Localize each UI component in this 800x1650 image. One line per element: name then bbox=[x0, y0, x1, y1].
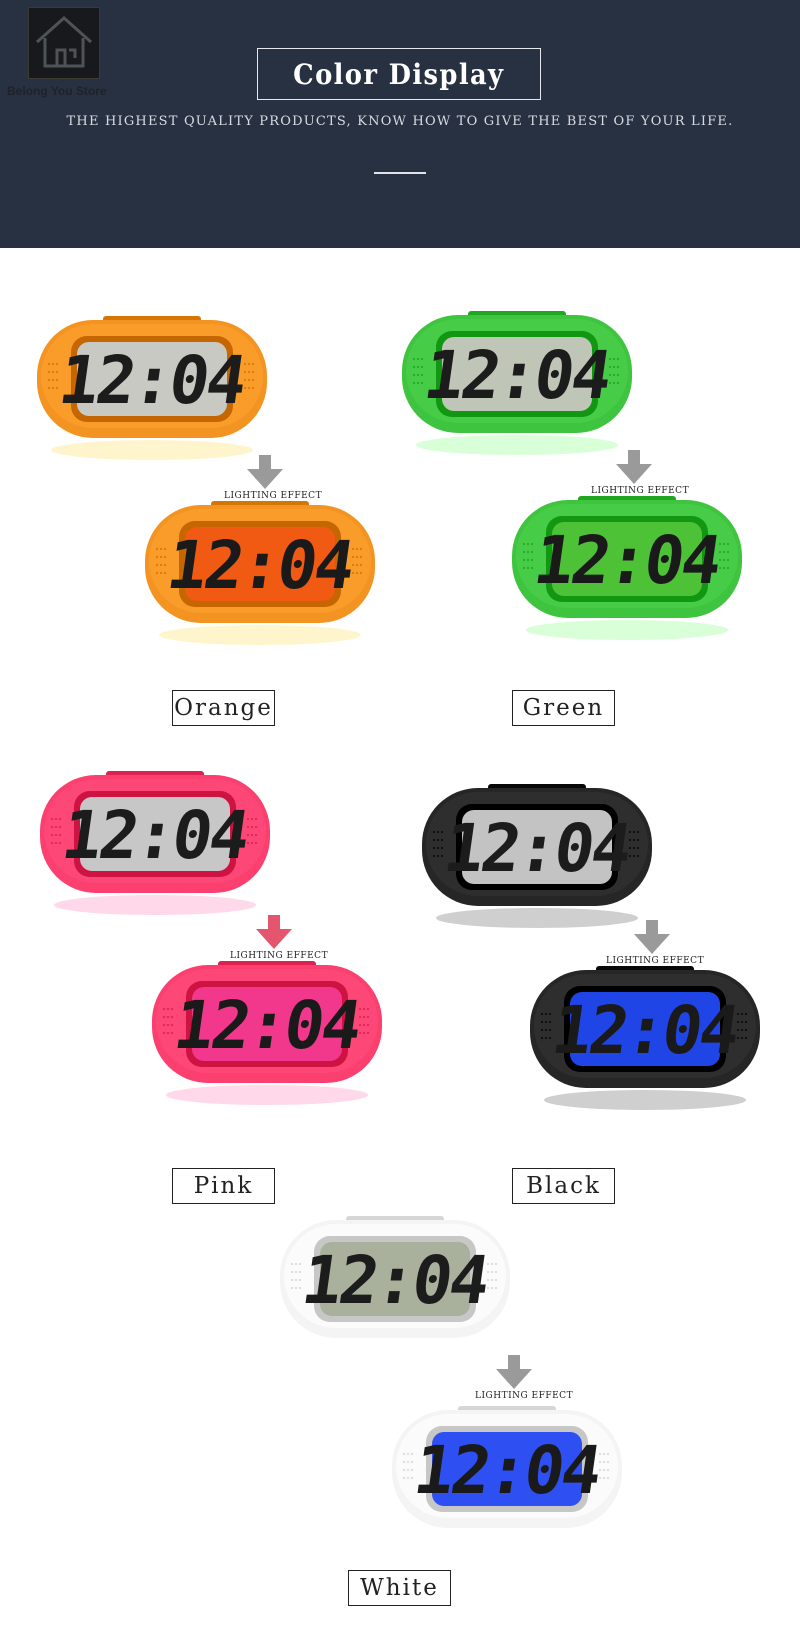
clock-digits: 12:04 bbox=[54, 341, 249, 419]
color-label-green[interactable]: Green bbox=[512, 690, 615, 726]
arrow-down-icon bbox=[632, 920, 672, 956]
title-box: Color Display bbox=[257, 48, 541, 100]
clock-black-lit: 12:04 bbox=[530, 966, 760, 1116]
clock-reflection bbox=[526, 620, 728, 640]
clock-reflection bbox=[54, 895, 256, 915]
clock-black-unlit: 12:04 bbox=[422, 784, 652, 934]
arrow-down-shape bbox=[616, 450, 652, 484]
clock-white-lit: 12:04 bbox=[392, 1406, 622, 1556]
clock-digits: 12:04 bbox=[409, 1431, 604, 1509]
house-icon bbox=[36, 15, 92, 68]
color-label-pink[interactable]: Pink bbox=[172, 1168, 275, 1204]
clock-orange-unlit: 12:04 bbox=[37, 316, 267, 466]
clock-reflection bbox=[544, 1090, 746, 1110]
clock-pink-unlit: 12:04 bbox=[40, 771, 270, 921]
clock-white-unlit: 12:04 bbox=[280, 1216, 510, 1366]
lighting-effect-label: LIGHTING EFFECT bbox=[606, 956, 705, 966]
clock-digits: 12:04 bbox=[439, 809, 634, 887]
arrow-down-icon bbox=[494, 1355, 534, 1391]
clock-reflection bbox=[416, 435, 618, 455]
store-name: Belong You Store bbox=[7, 84, 107, 98]
arrow-down-icon bbox=[614, 450, 654, 486]
arrow-down-icon bbox=[245, 455, 285, 491]
clock-green-lit: 12:04 bbox=[512, 496, 742, 646]
clock-digits: 12:04 bbox=[297, 1241, 492, 1319]
clock-reflection bbox=[51, 440, 253, 460]
clock-green-unlit: 12:04 bbox=[402, 311, 632, 461]
lighting-effect-label: LIGHTING EFFECT bbox=[230, 951, 329, 961]
arrow-down-icon bbox=[254, 915, 294, 951]
header-divider bbox=[374, 172, 426, 174]
arrow-down-shape bbox=[496, 1355, 532, 1389]
clock-digits: 12:04 bbox=[162, 526, 357, 604]
clock-reflection bbox=[166, 1085, 368, 1105]
clock-reflection bbox=[436, 908, 638, 928]
clock-reflection bbox=[294, 1340, 496, 1360]
clock-orange-lit: 12:04 bbox=[145, 501, 375, 651]
header-banner: Belong You Store Color Display THE HIGHE… bbox=[0, 0, 800, 248]
arrow-down-shape bbox=[256, 915, 292, 949]
color-label-black[interactable]: Black bbox=[512, 1168, 615, 1204]
clock-digits: 12:04 bbox=[169, 986, 364, 1064]
clock-digits: 12:04 bbox=[529, 521, 724, 599]
page-title: Color Display bbox=[293, 57, 505, 91]
color-label-white[interactable]: White bbox=[348, 1570, 451, 1606]
clock-reflection bbox=[406, 1530, 608, 1550]
lighting-effect-label: LIGHTING EFFECT bbox=[475, 1391, 574, 1401]
lighting-effect-label: LIGHTING EFFECT bbox=[224, 491, 323, 501]
store-logo[interactable] bbox=[28, 7, 100, 79]
clock-digits: 12:04 bbox=[419, 336, 614, 414]
clock-digits: 12:04 bbox=[57, 796, 252, 874]
clock-pink-lit: 12:04 bbox=[152, 961, 382, 1111]
arrow-down-shape bbox=[247, 455, 283, 489]
lighting-effect-label: LIGHTING EFFECT bbox=[591, 486, 690, 496]
clock-digits: 12:04 bbox=[547, 991, 742, 1069]
tagline: THE HIGHEST QUALITY PRODUCTS, KNOW HOW T… bbox=[66, 114, 734, 129]
color-label-orange[interactable]: Orange bbox=[172, 690, 275, 726]
clock-reflection bbox=[159, 625, 361, 645]
arrow-down-shape bbox=[634, 920, 670, 954]
